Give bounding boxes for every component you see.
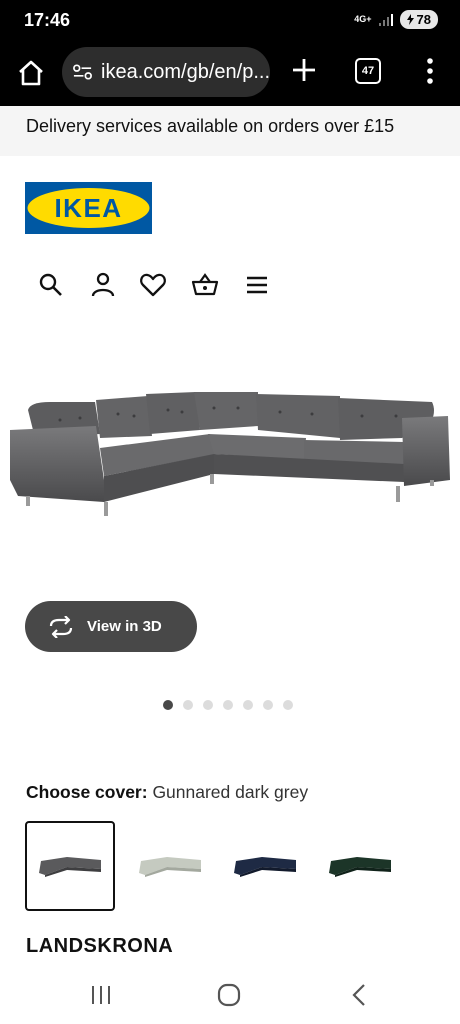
home-nav-icon[interactable] — [214, 980, 244, 1010]
delivery-banner[interactable]: Delivery services available on orders ov… — [0, 106, 460, 156]
rotate-3d-icon — [49, 615, 73, 638]
more-options-icon[interactable] — [420, 56, 440, 86]
basket-icon[interactable] — [190, 270, 220, 300]
logo-text: IKEA — [54, 193, 122, 223]
ikea-logo[interactable]: IKEA — [25, 182, 152, 234]
url-text: ikea.com/gb/en/p... — [101, 60, 270, 83]
choose-cover-heading: Choose cover: Gunnared dark grey — [26, 782, 308, 803]
sofa-thumbnail — [39, 857, 101, 877]
carousel-dot[interactable] — [223, 700, 233, 710]
battery-level: 78 — [416, 12, 431, 27]
cover-option-dark-blue[interactable] — [220, 821, 310, 911]
view-in-3d-label: View in 3D — [87, 618, 162, 635]
product-image-sofa[interactable] — [0, 330, 460, 570]
account-icon[interactable] — [88, 270, 118, 300]
home-icon[interactable] — [16, 58, 46, 88]
cover-option-dark-green[interactable] — [315, 821, 405, 911]
menu-icon[interactable] — [242, 270, 272, 300]
view-in-3d-button[interactable]: View in 3D — [25, 601, 197, 652]
carousel-pagination — [163, 700, 293, 710]
cover-option-light-green[interactable] — [125, 821, 215, 911]
battery-indicator: 78 — [399, 10, 438, 29]
signal-icon — [378, 13, 393, 26]
status-bar: 17:46 4G+ 78 — [0, 0, 460, 42]
status-indicators: 4G+ 78 — [354, 10, 438, 29]
carousel-dot[interactable] — [283, 700, 293, 710]
carousel-dot[interactable] — [203, 700, 213, 710]
search-icon[interactable] — [36, 270, 66, 300]
recent-apps-icon[interactable] — [86, 980, 116, 1010]
address-bar[interactable]: ikea.com/gb/en/p... — [62, 47, 270, 97]
carousel-dot[interactable] — [243, 700, 253, 710]
sofa-thumbnail — [329, 857, 391, 877]
sofa-thumbnail — [139, 857, 201, 877]
carousel-dot[interactable] — [263, 700, 273, 710]
network-indicator: 4G+ — [354, 14, 372, 24]
back-icon[interactable] — [344, 980, 374, 1010]
favourites-icon[interactable] — [138, 270, 168, 300]
battery-saver-icon — [406, 14, 414, 25]
tab-count: 47 — [361, 65, 375, 77]
sofa-thumbnail — [234, 857, 296, 877]
product-name: LANDSKRONA — [26, 935, 174, 957]
new-tab-icon[interactable] — [290, 56, 318, 84]
status-time: 17:46 — [24, 10, 71, 30]
system-navigation-bar — [0, 966, 460, 1024]
choose-cover-label: Choose cover: — [26, 782, 148, 802]
delivery-banner-text: Delivery services available on orders ov… — [26, 116, 395, 136]
tab-switcher-button[interactable]: 47 — [355, 58, 381, 84]
site-settings-icon[interactable] — [72, 63, 93, 81]
browser-toolbar: ikea.com/gb/en/p... 47 — [0, 42, 460, 106]
cover-option-dark-grey[interactable] — [25, 821, 115, 911]
carousel-dot[interactable] — [183, 700, 193, 710]
carousel-dot[interactable] — [163, 700, 173, 710]
selected-cover-value: Gunnared dark grey — [152, 782, 309, 802]
